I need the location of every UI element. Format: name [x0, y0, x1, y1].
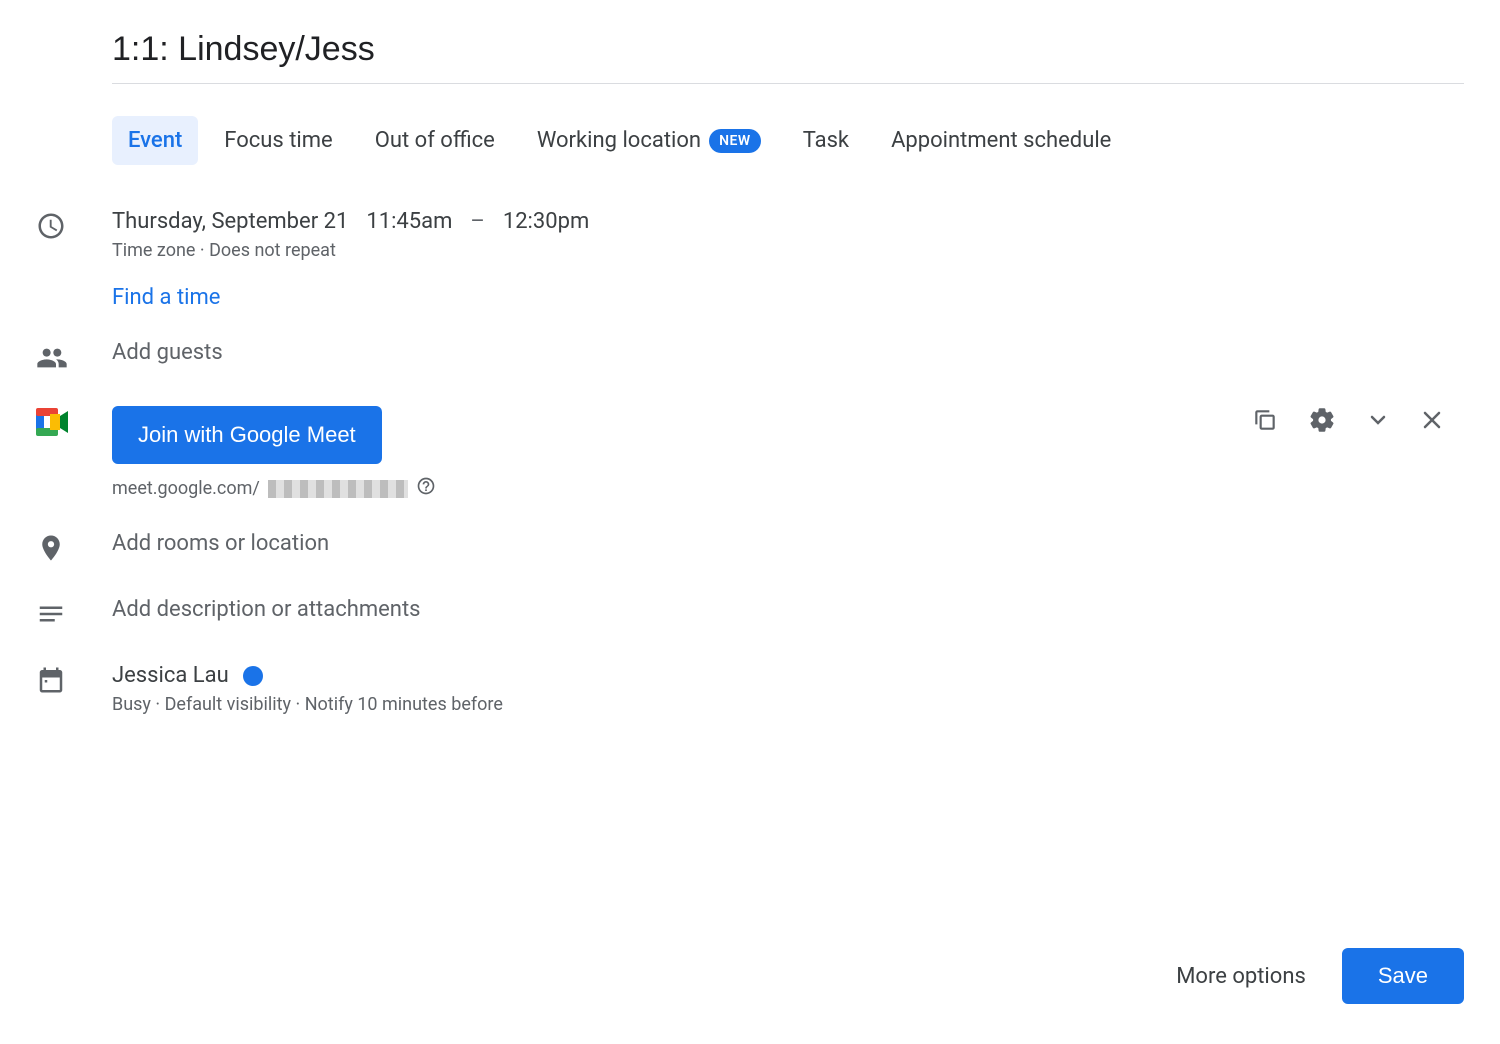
tab-out-of-office-label: Out of office: [375, 128, 495, 153]
find-a-time-link[interactable]: Find a time: [112, 285, 1464, 310]
tab-appointment-schedule-label: Appointment schedule: [891, 128, 1111, 153]
add-guests-field[interactable]: Add guests: [112, 340, 1464, 365]
meet-link-text[interactable]: meet.google.com/: [112, 478, 260, 499]
recurrence-link[interactable]: Does not repeat: [209, 240, 336, 261]
tab-focus-time[interactable]: Focus time: [208, 116, 348, 165]
notification-status[interactable]: Notify 10 minutes before: [305, 694, 503, 715]
more-options-button[interactable]: More options: [1168, 952, 1314, 1001]
availability-status[interactable]: Busy: [112, 694, 151, 715]
new-badge: NEW: [709, 129, 761, 153]
event-type-tabs: Event Focus time Out of office Working l…: [112, 116, 1464, 165]
add-description-field[interactable]: Add description or attachments: [112, 597, 1464, 622]
time-dash: –: [470, 209, 484, 234]
copy-icon[interactable]: [1252, 407, 1278, 437]
meet-link-code-redacted: [268, 480, 408, 498]
event-start-time[interactable]: 11:45am: [366, 209, 452, 234]
visibility-status[interactable]: Default visibility: [165, 694, 291, 715]
tab-event-label: Event: [128, 128, 182, 153]
event-end-time[interactable]: 12:30pm: [503, 209, 589, 234]
tab-out-of-office[interactable]: Out of office: [359, 116, 511, 165]
people-icon: [36, 342, 68, 378]
notes-icon: [36, 599, 66, 633]
gear-icon[interactable]: [1308, 406, 1336, 438]
tab-task[interactable]: Task: [787, 116, 865, 165]
calendar-color-dot: [243, 666, 263, 686]
google-meet-icon: [36, 408, 70, 436]
help-icon[interactable]: [416, 476, 436, 501]
timezone-link[interactable]: Time zone: [112, 240, 195, 261]
tab-working-location-label: Working location: [537, 128, 701, 153]
separator: ·: [151, 694, 165, 715]
tab-appointment-schedule[interactable]: Appointment schedule: [875, 116, 1127, 165]
organizer-name[interactable]: Jessica Lau: [112, 663, 229, 688]
tab-task-label: Task: [803, 128, 849, 153]
separator: ·: [200, 240, 209, 261]
chevron-down-icon[interactable]: [1366, 408, 1390, 436]
location-icon: [36, 533, 66, 567]
calendar-icon: [36, 665, 66, 699]
separator: ·: [291, 694, 305, 715]
clock-icon: [36, 211, 66, 245]
save-button[interactable]: Save: [1342, 948, 1464, 1004]
join-meet-button[interactable]: Join with Google Meet: [112, 406, 382, 464]
tab-focus-time-label: Focus time: [224, 128, 332, 153]
add-location-field[interactable]: Add rooms or location: [112, 531, 1464, 556]
tab-working-location[interactable]: Working location NEW: [521, 116, 777, 165]
event-date[interactable]: Thursday, September 21: [112, 209, 348, 234]
event-title-input[interactable]: [112, 30, 1464, 84]
tab-event[interactable]: Event: [112, 116, 198, 165]
close-icon[interactable]: [1420, 408, 1444, 436]
